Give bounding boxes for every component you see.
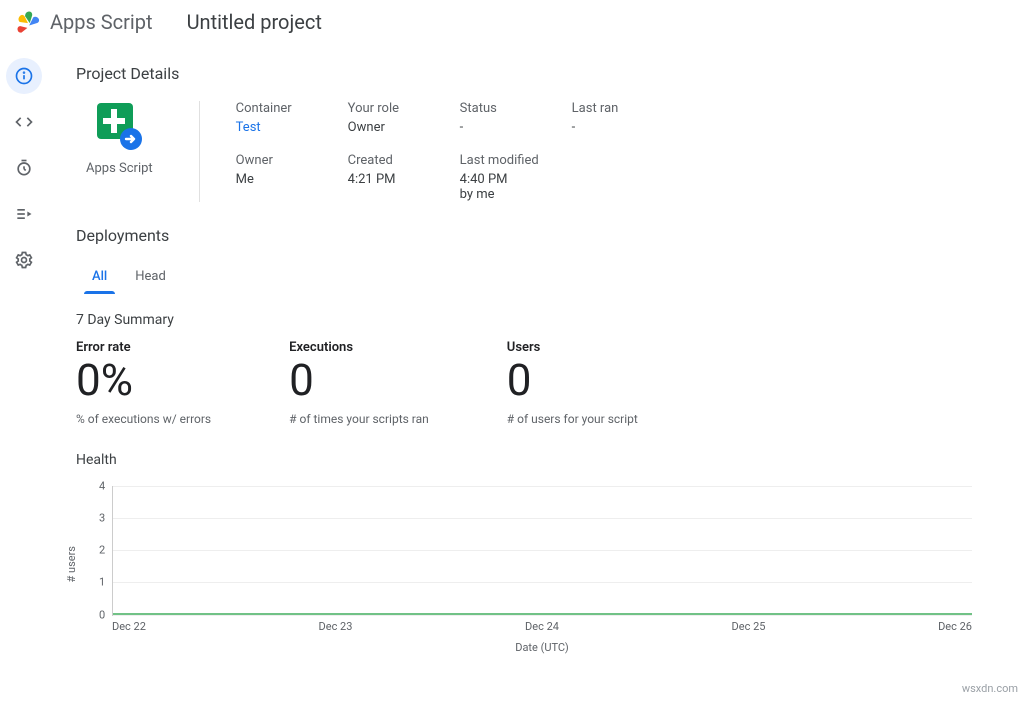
chart-gridline xyxy=(113,615,972,616)
summary-stats: Error rate 0% % of executions w/ errors … xyxy=(76,340,996,426)
chart-x-tick: Dec 22 xyxy=(112,620,146,633)
chart-x-tick: Dec 24 xyxy=(525,620,559,633)
nav-executions[interactable] xyxy=(6,196,42,232)
chart-y-tick: 4 xyxy=(99,479,105,492)
container-link[interactable]: Test xyxy=(236,120,346,135)
chart-x-tick: Dec 26 xyxy=(938,620,972,633)
deployments-tabs: All Head xyxy=(90,263,996,294)
tab-head[interactable]: Head xyxy=(133,263,168,294)
chart-y-tick: 0 xyxy=(99,608,105,621)
nav-overview[interactable] xyxy=(6,58,42,94)
project-details-heading: Project Details xyxy=(76,64,996,83)
chart-x-tick: Dec 23 xyxy=(319,620,353,633)
code-icon xyxy=(14,112,34,132)
stat-error-rate: Error rate 0% % of executions w/ errors xyxy=(76,340,211,426)
project-type-label: Apps Script xyxy=(86,161,153,176)
chart-y-tick: 2 xyxy=(99,544,105,557)
main-content: Project Details Apps Script Cont xyxy=(48,46,1024,699)
tab-all[interactable]: All xyxy=(90,263,109,294)
chart-x-ticks: Dec 22 Dec 23 Dec 24 Dec 25 Dec 26 xyxy=(112,620,972,633)
project-title[interactable]: Untitled project xyxy=(187,10,322,34)
gear-icon xyxy=(14,250,34,270)
summary-heading: 7 Day Summary xyxy=(76,312,996,328)
chart-y-tick: 3 xyxy=(99,511,105,524)
watermark: wsxdn.com xyxy=(962,682,1018,695)
meta-last-modified: Last modified 4:40 PM by me xyxy=(460,153,570,202)
project-meta-grid: Container Test Your role Owner Status - … xyxy=(236,101,682,202)
header: Apps Script Untitled project xyxy=(0,0,1024,46)
chart-x-tick: Dec 25 xyxy=(732,620,766,633)
info-icon xyxy=(14,66,34,86)
meta-status: Status - xyxy=(460,101,570,135)
apps-script-project-icon xyxy=(93,101,145,153)
meta-container: Container Test xyxy=(236,101,346,135)
chart-y-tick: 1 xyxy=(99,576,105,589)
chart-ylabel: # users xyxy=(65,546,78,582)
chart-gridline xyxy=(113,550,972,551)
stat-executions: Executions 0 # of times your scripts ran xyxy=(289,340,429,426)
nav-triggers[interactable] xyxy=(6,150,42,186)
health-heading: Health xyxy=(76,452,996,468)
apps-script-logo-icon xyxy=(14,8,42,36)
side-nav xyxy=(0,46,48,699)
clock-icon xyxy=(14,158,34,178)
project-type-block: Apps Script xyxy=(76,101,163,202)
nav-editor[interactable] xyxy=(6,104,42,140)
brand-name: Apps Script xyxy=(50,10,153,34)
chart-gridline xyxy=(113,518,972,519)
chart-plot: 01234 xyxy=(112,486,972,616)
vertical-divider xyxy=(199,101,200,202)
project-details-row: Apps Script Container Test Your role Own… xyxy=(76,101,996,202)
stat-users: Users 0 # of users for your script xyxy=(507,340,638,426)
meta-last-ran: Last ran - xyxy=(572,101,682,135)
meta-your-role: Your role Owner xyxy=(348,101,458,135)
chart-gridline xyxy=(113,582,972,583)
executions-icon xyxy=(14,204,34,224)
deployments-heading: Deployments xyxy=(76,226,996,245)
meta-owner: Owner Me xyxy=(236,153,346,202)
health-chart: # users 01234 Dec 22Dec 23Dec 24Dec 25De… xyxy=(76,486,996,654)
logo: Apps Script xyxy=(14,8,153,36)
chart-gridline xyxy=(113,486,972,487)
chart-xlabel: Date (UTC) xyxy=(112,641,972,654)
nav-settings[interactable] xyxy=(6,242,42,278)
meta-created: Created 4:21 PM xyxy=(348,153,458,202)
